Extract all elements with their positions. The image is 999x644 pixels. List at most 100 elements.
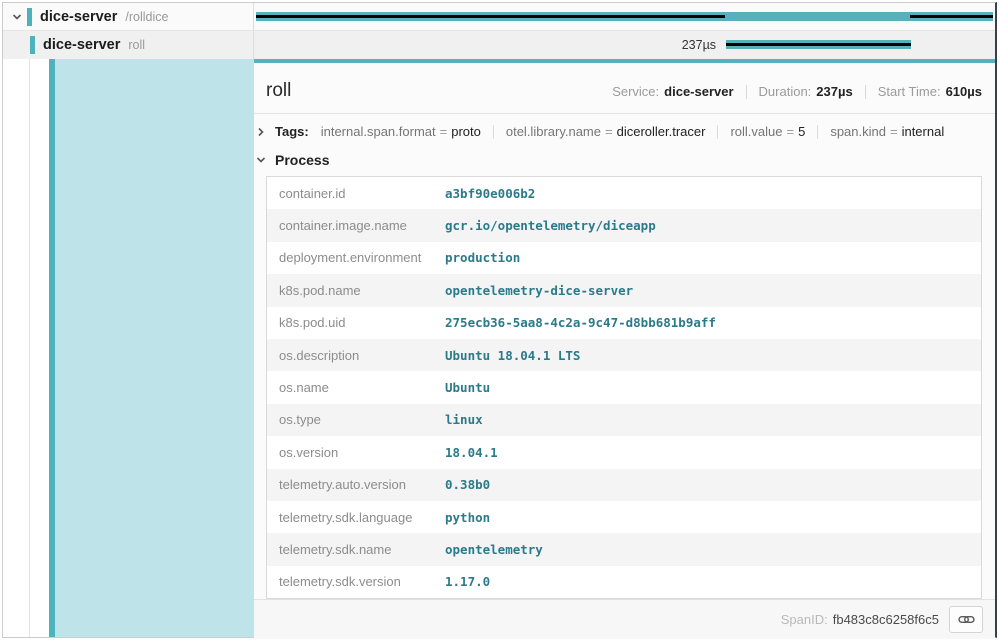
- spanid-value: fb483c8c6258f6c5: [833, 612, 939, 627]
- process-key: k8s.pod.uid: [279, 315, 445, 330]
- start-time-label: Start Time:: [878, 84, 941, 99]
- self-time-segment: [726, 43, 911, 46]
- process-key: container.image.name: [279, 218, 445, 233]
- tag-key: internal.span.format: [321, 124, 436, 139]
- process-value: a3bf90e006b2: [445, 186, 535, 201]
- detail-body: roll Service: dice-server Duration: 237µ…: [3, 59, 995, 637]
- duration-label: Duration:: [759, 84, 812, 99]
- detail-meta: Service: dice-server Duration: 237µs Sta…: [612, 84, 982, 99]
- chevron-right-icon[interactable]: [254, 126, 268, 138]
- process-key: telemetry.auto.version: [279, 477, 445, 492]
- self-time-segment: [256, 15, 725, 18]
- process-key: os.type: [279, 412, 445, 427]
- process-section-toggle[interactable]: Process: [254, 148, 995, 176]
- tag-key: roll.value: [730, 124, 782, 139]
- divider: [493, 125, 494, 139]
- process-value: Ubuntu: [445, 380, 490, 395]
- span-row-roll-selected[interactable]: dice-server roll 237µs: [3, 31, 995, 59]
- table-row: telemetry.sdk.version1.17.0: [267, 566, 981, 598]
- tags-heading: Tags:: [275, 124, 309, 139]
- table-row: os.descriptionUbuntu 18.04.1 LTS: [267, 339, 981, 371]
- service-value: dice-server: [664, 84, 733, 99]
- equals-sign: =: [886, 124, 902, 139]
- process-value: 0.38b0: [445, 477, 490, 492]
- link-icon: [958, 612, 975, 627]
- duration-value: 237µs: [816, 84, 852, 99]
- service-name: dice-server: [43, 37, 120, 53]
- process-value: 1.17.0: [445, 574, 490, 589]
- span-bar-area: [254, 3, 995, 30]
- span-duration-label: 237µs: [682, 38, 716, 52]
- table-row: os.typelinux: [267, 404, 981, 436]
- table-row: os.version18.04.1: [267, 436, 981, 468]
- spanid-label: SpanID:: [781, 612, 828, 627]
- table-row: container.ida3bf90e006b2: [267, 177, 981, 209]
- operation-name: roll: [128, 38, 145, 52]
- tag-value: diceroller.tracer: [617, 124, 706, 139]
- table-row: k8s.pod.uid275ecb36-5aa8-4c2a-9c47-d8bb6…: [267, 307, 981, 339]
- process-value: opentelemetry: [445, 542, 543, 557]
- table-row: os.nameUbuntu: [267, 371, 981, 403]
- service-color-bar: [30, 36, 35, 54]
- tag-item: otel.library.name=diceroller.tracer: [506, 124, 706, 139]
- process-value: opentelemetry-dice-server: [445, 283, 633, 298]
- tag-value: proto: [451, 124, 481, 139]
- span-title: roll: [266, 80, 291, 102]
- span-rows: dice-server /rolldice dice-server roll 2…: [3, 3, 995, 59]
- divider: [746, 85, 747, 99]
- process-value: 275ecb36-5aa8-4c2a-9c47-d8bb681b9aff: [445, 315, 716, 330]
- process-heading: Process: [275, 152, 329, 168]
- process-value: gcr.io/opentelemetry/diceapp: [445, 218, 656, 233]
- process-key: telemetry.sdk.version: [279, 574, 445, 589]
- tag-value: 5: [798, 124, 805, 139]
- tags-summary-row[interactable]: Tags: internal.span.format=proto otel.li…: [254, 114, 995, 148]
- self-time-segment: [910, 15, 993, 18]
- tag-item: roll.value=5: [730, 124, 805, 139]
- divider: [817, 125, 818, 139]
- equals-sign: =: [601, 124, 617, 139]
- table-row: deployment.environmentproduction: [267, 242, 981, 274]
- process-key: os.description: [279, 348, 445, 363]
- span-bar-child[interactable]: [726, 40, 911, 49]
- selected-span-fill: [55, 59, 254, 637]
- chevron-down-icon[interactable]: [10, 11, 24, 23]
- chevron-down-icon[interactable]: [254, 154, 268, 166]
- tag-key: span.kind: [830, 124, 886, 139]
- process-key: telemetry.sdk.name: [279, 542, 445, 557]
- divider: [717, 125, 718, 139]
- span-bar-area: 237µs: [254, 31, 995, 59]
- process-value: Ubuntu 18.04.1 LTS: [445, 348, 580, 363]
- tag-value: internal: [902, 124, 945, 139]
- span-detail-panel: roll Service: dice-server Duration: 237µ…: [254, 59, 995, 637]
- tag-item: internal.span.format=proto: [321, 124, 481, 139]
- span-name-column[interactable]: dice-server /rolldice: [3, 3, 254, 30]
- trace-timeline-view: dice-server /rolldice dice-server roll 2…: [2, 2, 997, 638]
- span-bar-parent[interactable]: [256, 12, 993, 21]
- process-value: 18.04.1: [445, 445, 498, 460]
- span-row-rolldice[interactable]: dice-server /rolldice: [3, 3, 995, 31]
- process-key: k8s.pod.name: [279, 283, 445, 298]
- span-name-column[interactable]: dice-server roll: [3, 31, 254, 59]
- process-key: telemetry.sdk.language: [279, 510, 445, 525]
- detail-footer: SpanID: fb483c8c6258f6c5: [254, 599, 995, 639]
- tag-item: span.kind=internal: [830, 124, 944, 139]
- process-key: deployment.environment: [279, 250, 445, 265]
- service-label: Service:: [612, 84, 659, 99]
- indent-guides: [3, 59, 49, 637]
- process-key: os.name: [279, 380, 445, 395]
- table-row: telemetry.sdk.nameopentelemetry: [267, 533, 981, 565]
- table-row: telemetry.auto.version0.38b0: [267, 469, 981, 501]
- process-value: production: [445, 250, 520, 265]
- table-row: k8s.pod.nameopentelemetry-dice-server: [267, 274, 981, 306]
- equals-sign: =: [783, 124, 799, 139]
- operation-name: /rolldice: [125, 10, 168, 24]
- span-tree-gutter: [3, 59, 254, 637]
- service-name: dice-server: [40, 9, 117, 25]
- detail-header: roll Service: dice-server Duration: 237µ…: [254, 63, 995, 114]
- table-row: container.image.namegcr.io/opentelemetry…: [267, 209, 981, 241]
- start-time-value: 610µs: [946, 84, 982, 99]
- tag-key: otel.library.name: [506, 124, 601, 139]
- process-table-wrap: container.ida3bf90e006b2 container.image…: [254, 176, 995, 599]
- process-key: os.version: [279, 445, 445, 460]
- deep-link-button[interactable]: [949, 606, 983, 633]
